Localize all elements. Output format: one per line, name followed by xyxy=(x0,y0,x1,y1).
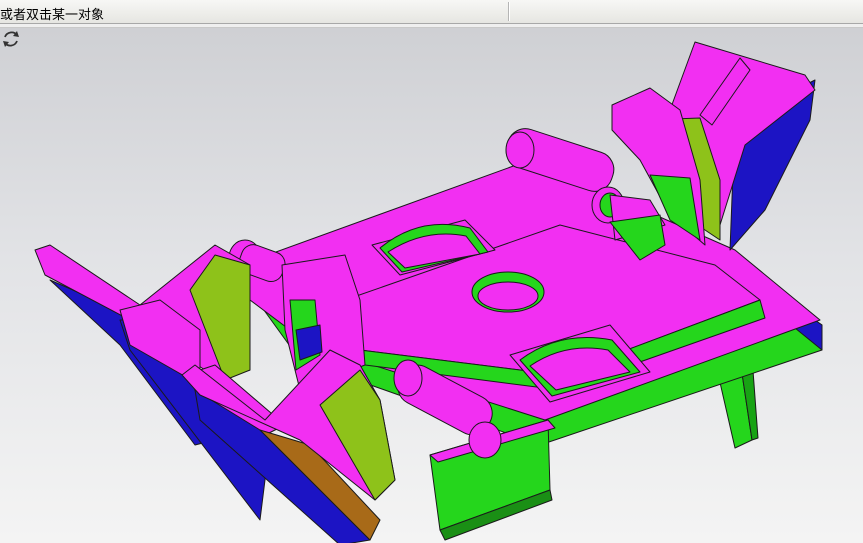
command-prompt-bar: 或者双击某一对象 xyxy=(0,0,863,24)
prompt-text: 或者双击某一对象 xyxy=(0,8,105,23)
prompt-divider xyxy=(508,2,509,21)
model-3d-view[interactable] xyxy=(0,28,863,543)
rotate-view-icon[interactable] xyxy=(0,28,22,50)
graphics-viewport[interactable] xyxy=(0,28,863,543)
